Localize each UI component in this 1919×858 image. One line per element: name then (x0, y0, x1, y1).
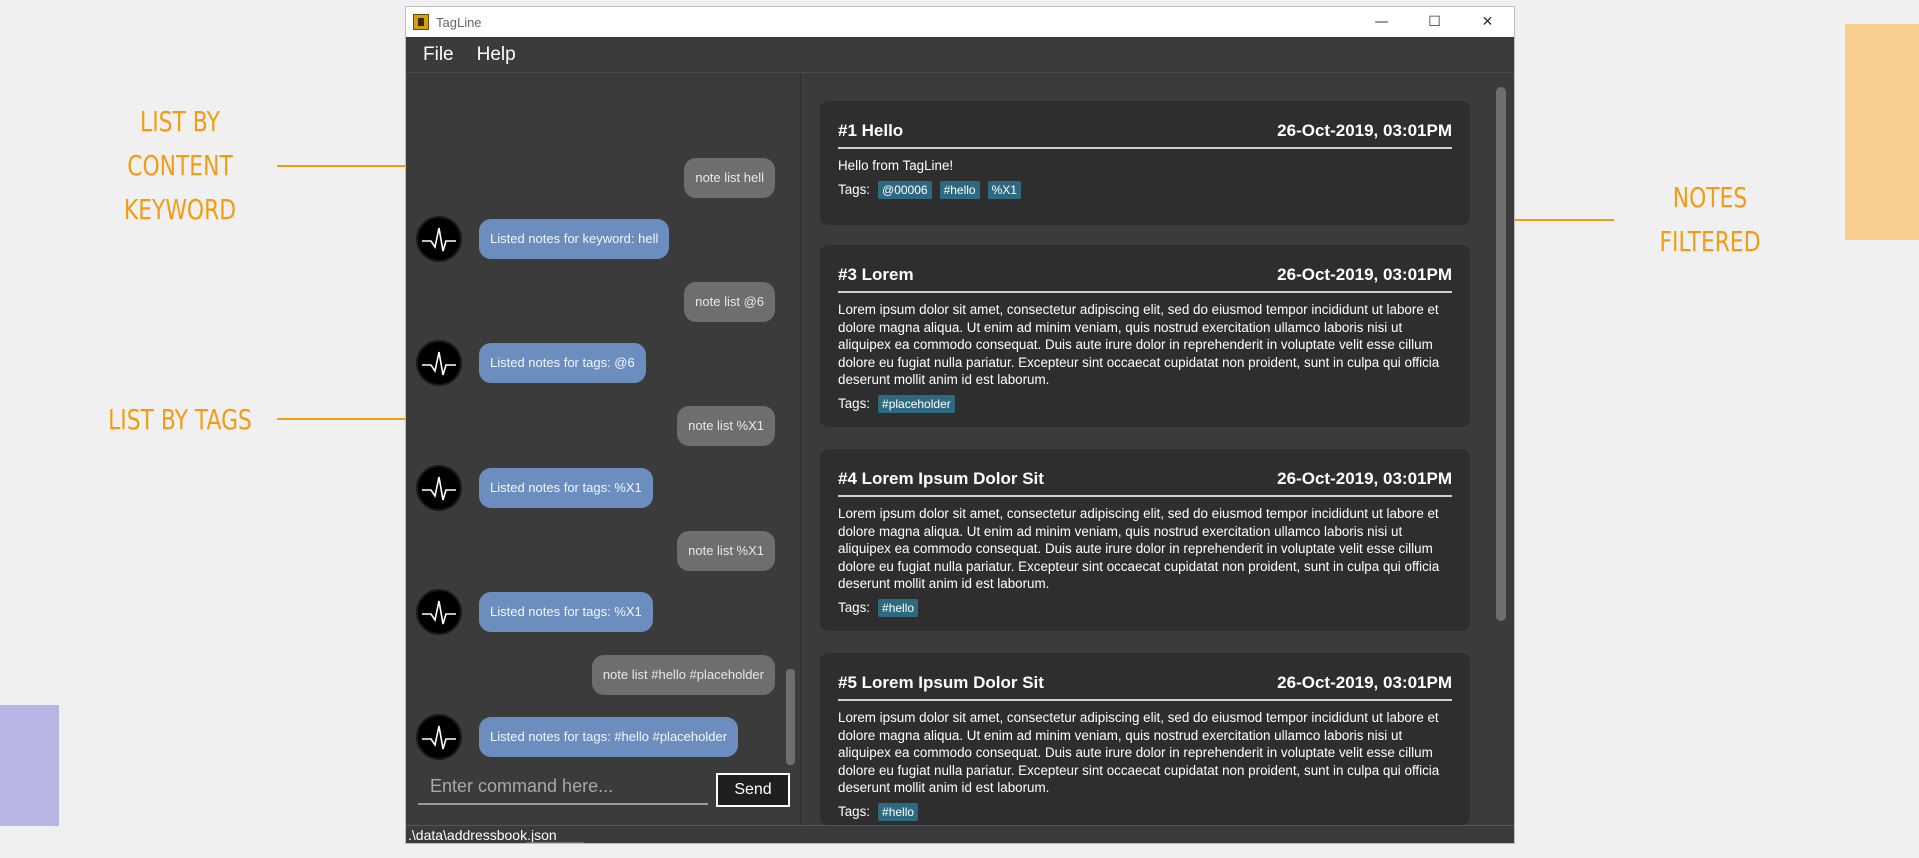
bot-avatar-icon (416, 589, 462, 635)
note-card[interactable]: #1 Hello 26-Oct-2019, 03:01PM Hello from… (820, 101, 1470, 225)
note-title: #5 Lorem Ipsum Dolor Sit (838, 673, 1044, 692)
chat-scrollbar[interactable] (786, 669, 795, 765)
note-content: Hello from TagLine! (838, 158, 954, 173)
storage-file-path: .\data\addressbook.json (408, 827, 557, 843)
bot-avatar-icon (416, 465, 462, 511)
note-date: 26-Oct-2019, 03:01PM (1277, 265, 1452, 284)
maximize-button[interactable]: ☐ (1408, 7, 1461, 37)
user-message: note list hell (684, 158, 775, 198)
menu-file[interactable]: File (421, 42, 456, 68)
user-message: note list %X1 (677, 531, 775, 571)
note-tags: Tags: #hello (838, 598, 1452, 617)
tag-badge: %X1 (987, 180, 1021, 199)
note-date: 26-Oct-2019, 03:01PM (1277, 469, 1452, 488)
note-tags: Tags: #placeholder (838, 394, 1452, 413)
window-title: TagLine (436, 14, 482, 30)
note-title: #3 Lorem (838, 265, 914, 284)
tag-badge: #hello (878, 598, 919, 617)
note-card[interactable]: #3 Lorem 26-Oct-2019, 03:01PM Lorem ipsu… (820, 245, 1470, 427)
status-divider (526, 842, 584, 843)
note-date: 26-Oct-2019, 03:01PM (1277, 121, 1452, 140)
menu-help[interactable]: Help (475, 42, 518, 68)
status-bar: .\data\addressbook.json (406, 825, 1514, 843)
bot-avatar-icon (416, 340, 462, 386)
bot-message: Listed notes for tags: @6 (479, 343, 646, 383)
bot-message: Listed notes for tags: %X1 (479, 468, 653, 508)
bot-avatar-icon (416, 714, 462, 760)
user-message: note list #hello #placeholder (591, 655, 775, 695)
tags-label: Tags: (838, 182, 871, 198)
bot-message: Listed notes for tags: %X1 (479, 592, 653, 632)
user-message: note list @6 (684, 282, 775, 322)
note-header: #3 Lorem 26-Oct-2019, 03:01PM (838, 245, 1452, 293)
notes-panel: #1 Hello 26-Oct-2019, 03:01PM Hello from… (802, 73, 1514, 825)
tag-badge: #placeholder (878, 394, 955, 413)
bot-message: Listed notes for tags: #hello #placehold… (479, 717, 739, 757)
annotation-content-keyword: LIST BY CONTENT KEYWORD (123, 105, 237, 226)
note-header: #4 Lorem Ipsum Dolor Sit 26-Oct-2019, 03… (838, 449, 1452, 497)
chat-panel: note list hell Listed notes for keyword:… (406, 73, 801, 825)
send-button[interactable]: Send (716, 773, 790, 807)
note-tags: Tags: #hello (838, 802, 1452, 821)
bot-avatar-icon (416, 216, 462, 262)
note-card[interactable]: #5 Lorem Ipsum Dolor Sit 26-Oct-2019, 03… (820, 653, 1470, 825)
note-content: Lorem ipsum dolor sit amet, consectetur … (838, 302, 1440, 388)
tags-label: Tags: (838, 396, 871, 412)
decorative-orange-block (1845, 24, 1919, 240)
window-controls: — ☐ ✕ (1355, 7, 1514, 37)
notes-scrollbar[interactable] (1496, 87, 1506, 621)
tag-badge: @00006 (878, 180, 932, 199)
note-content: Lorem ipsum dolor sit amet, consectetur … (838, 506, 1440, 592)
close-button[interactable]: ✕ (1461, 7, 1514, 37)
note-date: 26-Oct-2019, 03:01PM (1277, 673, 1452, 692)
annotation-notes-filtered: NOTES FILTERED (1659, 181, 1761, 258)
command-input[interactable] (418, 769, 708, 805)
note-header: #1 Hello 26-Oct-2019, 03:01PM (838, 101, 1452, 149)
tag-badge: #hello (878, 802, 919, 821)
note-title: #4 Lorem Ipsum Dolor Sit (838, 469, 1044, 488)
app-logo-icon (413, 14, 429, 30)
tag-badge: #hello (939, 180, 980, 199)
note-tags: Tags: @00006 #hello %X1 (838, 180, 1452, 199)
title-bar: TagLine — ☐ ✕ (406, 7, 1514, 37)
tags-label: Tags: (838, 600, 871, 616)
app-window: TagLine — ☐ ✕ File Help note list hell L… (405, 6, 1515, 844)
note-content: Lorem ipsum dolor sit amet, consectetur … (838, 710, 1440, 796)
note-header: #5 Lorem Ipsum Dolor Sit 26-Oct-2019, 03… (838, 653, 1452, 701)
decorative-purple-block (0, 705, 59, 826)
minimize-button[interactable]: — (1355, 7, 1408, 37)
menu-bar: File Help (406, 37, 1514, 73)
tags-label: Tags: (838, 804, 871, 820)
note-card[interactable]: #4 Lorem Ipsum Dolor Sit 26-Oct-2019, 03… (820, 449, 1470, 631)
annotation-tags: LIST BY TAGS (108, 403, 252, 436)
note-title: #1 Hello (838, 121, 904, 140)
user-message: note list %X1 (677, 406, 775, 446)
bot-message: Listed notes for keyword: hell (479, 219, 670, 259)
